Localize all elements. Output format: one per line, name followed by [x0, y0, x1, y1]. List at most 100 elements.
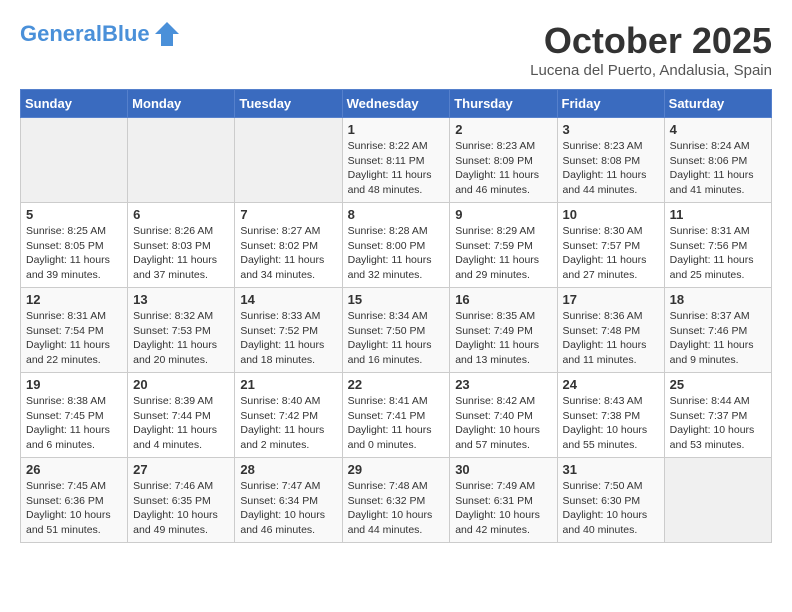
day-info: Sunrise: 7:45 AM Sunset: 6:36 PM Dayligh…: [26, 479, 122, 538]
day-info: Sunrise: 7:49 AM Sunset: 6:31 PM Dayligh…: [455, 479, 551, 538]
day-number: 4: [670, 122, 766, 137]
day-number: 24: [563, 377, 659, 392]
logo-icon: [153, 20, 181, 48]
calendar-cell: 8 Sunrise: 8:28 AM Sunset: 8:00 PM Daylig…: [342, 203, 450, 288]
day-info: Sunrise: 8:23 AM Sunset: 8:09 PM Dayligh…: [455, 139, 551, 198]
calendar-cell: 28 Sunrise: 7:47 AM Sunset: 6:34 PM Dayli…: [235, 458, 342, 543]
day-number: 13: [133, 292, 229, 307]
day-info: Sunrise: 8:31 AM Sunset: 7:56 PM Dayligh…: [670, 224, 766, 283]
week-row-5: 26 Sunrise: 7:45 AM Sunset: 6:36 PM Dayli…: [21, 458, 772, 543]
day-number: 30: [455, 462, 551, 477]
calendar-cell: [664, 458, 771, 543]
weekday-header-thursday: Thursday: [450, 90, 557, 118]
day-number: 15: [348, 292, 445, 307]
day-number: 3: [563, 122, 659, 137]
day-number: 7: [240, 207, 336, 222]
week-row-1: 1 Sunrise: 8:22 AM Sunset: 8:11 PM Daylig…: [21, 118, 772, 203]
calendar-cell: 26 Sunrise: 7:45 AM Sunset: 6:36 PM Dayli…: [21, 458, 128, 543]
location-title: Lucena del Puerto, Andalusia, Spain: [530, 62, 772, 79]
day-number: 10: [563, 207, 659, 222]
day-info: Sunrise: 8:40 AM Sunset: 7:42 PM Dayligh…: [240, 394, 336, 453]
day-number: 29: [348, 462, 445, 477]
logo: GeneralBlue: [20, 20, 181, 48]
day-number: 21: [240, 377, 336, 392]
weekday-header-sunday: Sunday: [21, 90, 128, 118]
day-info: Sunrise: 8:41 AM Sunset: 7:41 PM Dayligh…: [348, 394, 445, 453]
calendar-cell: 31Sunrise: 7:50 AM Sunset: 6:30 PM Dayli…: [557, 458, 664, 543]
weekday-header-monday: Monday: [128, 90, 235, 118]
calendar-cell: 27 Sunrise: 7:46 AM Sunset: 6:35 PM Dayli…: [128, 458, 235, 543]
day-number: 26: [26, 462, 122, 477]
calendar-cell: 19 Sunrise: 8:38 AM Sunset: 7:45 PM Dayli…: [21, 373, 128, 458]
day-info: Sunrise: 8:24 AM Sunset: 8:06 PM Dayligh…: [670, 139, 766, 198]
calendar-cell: 16 Sunrise: 8:35 AM Sunset: 7:49 PM Dayli…: [450, 288, 557, 373]
title-section: October 2025 Lucena del Puerto, Andalusi…: [530, 20, 772, 79]
calendar-cell: 20 Sunrise: 8:39 AM Sunset: 7:44 PM Dayli…: [128, 373, 235, 458]
day-number: 5: [26, 207, 122, 222]
calendar-cell: 5Sunrise: 8:25 AM Sunset: 8:05 PM Daylig…: [21, 203, 128, 288]
weekday-header-saturday: Saturday: [664, 90, 771, 118]
calendar-cell: 12 Sunrise: 8:31 AM Sunset: 7:54 PM Dayli…: [21, 288, 128, 373]
day-number: 25: [670, 377, 766, 392]
day-info: Sunrise: 7:47 AM Sunset: 6:34 PM Dayligh…: [240, 479, 336, 538]
weekday-header-row: SundayMondayTuesdayWednesdayThursdayFrid…: [21, 90, 772, 118]
day-info: Sunrise: 8:37 AM Sunset: 7:46 PM Dayligh…: [670, 309, 766, 368]
day-info: Sunrise: 8:30 AM Sunset: 7:57 PM Dayligh…: [563, 224, 659, 283]
day-number: 19: [26, 377, 122, 392]
calendar-cell: 18Sunrise: 8:37 AM Sunset: 7:46 PM Dayli…: [664, 288, 771, 373]
calendar: SundayMondayTuesdayWednesdayThursdayFrid…: [20, 89, 772, 543]
day-info: Sunrise: 8:26 AM Sunset: 8:03 PM Dayligh…: [133, 224, 229, 283]
calendar-cell: 6 Sunrise: 8:26 AM Sunset: 8:03 PM Daylig…: [128, 203, 235, 288]
weekday-header-wednesday: Wednesday: [342, 90, 450, 118]
week-row-4: 19 Sunrise: 8:38 AM Sunset: 7:45 PM Dayli…: [21, 373, 772, 458]
calendar-cell: 25 Sunrise: 8:44 AM Sunset: 7:37 PM Dayli…: [664, 373, 771, 458]
calendar-cell: 17Sunrise: 8:36 AM Sunset: 7:48 PM Dayli…: [557, 288, 664, 373]
calendar-cell: 21 Sunrise: 8:40 AM Sunset: 7:42 PM Dayli…: [235, 373, 342, 458]
week-row-2: 5Sunrise: 8:25 AM Sunset: 8:05 PM Daylig…: [21, 203, 772, 288]
calendar-cell: 9Sunrise: 8:29 AM Sunset: 7:59 PM Daylig…: [450, 203, 557, 288]
calendar-cell: 15Sunrise: 8:34 AM Sunset: 7:50 PM Dayli…: [342, 288, 450, 373]
day-info: Sunrise: 8:44 AM Sunset: 7:37 PM Dayligh…: [670, 394, 766, 453]
day-number: 22: [348, 377, 445, 392]
calendar-cell: [235, 118, 342, 203]
day-number: 2: [455, 122, 551, 137]
day-info: Sunrise: 8:38 AM Sunset: 7:45 PM Dayligh…: [26, 394, 122, 453]
week-row-3: 12 Sunrise: 8:31 AM Sunset: 7:54 PM Dayli…: [21, 288, 772, 373]
calendar-cell: [128, 118, 235, 203]
day-number: 6: [133, 207, 229, 222]
day-number: 27: [133, 462, 229, 477]
day-info: Sunrise: 7:46 AM Sunset: 6:35 PM Dayligh…: [133, 479, 229, 538]
day-info: Sunrise: 8:28 AM Sunset: 8:00 PM Dayligh…: [348, 224, 445, 283]
day-info: Sunrise: 8:31 AM Sunset: 7:54 PM Dayligh…: [26, 309, 122, 368]
day-number: 16: [455, 292, 551, 307]
day-number: 8: [348, 207, 445, 222]
calendar-cell: 23Sunrise: 8:42 AM Sunset: 7:40 PM Dayli…: [450, 373, 557, 458]
day-info: Sunrise: 8:27 AM Sunset: 8:02 PM Dayligh…: [240, 224, 336, 283]
calendar-cell: 4 Sunrise: 8:24 AM Sunset: 8:06 PM Daylig…: [664, 118, 771, 203]
day-number: 1: [348, 122, 445, 137]
day-info: Sunrise: 7:48 AM Sunset: 6:32 PM Dayligh…: [348, 479, 445, 538]
day-number: 11: [670, 207, 766, 222]
day-info: Sunrise: 8:35 AM Sunset: 7:49 PM Dayligh…: [455, 309, 551, 368]
day-number: 12: [26, 292, 122, 307]
calendar-cell: 1 Sunrise: 8:22 AM Sunset: 8:11 PM Daylig…: [342, 118, 450, 203]
day-info: Sunrise: 8:22 AM Sunset: 8:11 PM Dayligh…: [348, 139, 445, 198]
calendar-cell: 3Sunrise: 8:23 AM Sunset: 8:08 PM Daylig…: [557, 118, 664, 203]
day-info: Sunrise: 8:29 AM Sunset: 7:59 PM Dayligh…: [455, 224, 551, 283]
month-title: October 2025: [530, 20, 772, 62]
calendar-cell: 14Sunrise: 8:33 AM Sunset: 7:52 PM Dayli…: [235, 288, 342, 373]
calendar-cell: 24 Sunrise: 8:43 AM Sunset: 7:38 PM Dayli…: [557, 373, 664, 458]
calendar-cell: [21, 118, 128, 203]
day-info: Sunrise: 8:39 AM Sunset: 7:44 PM Dayligh…: [133, 394, 229, 453]
day-info: Sunrise: 8:43 AM Sunset: 7:38 PM Dayligh…: [563, 394, 659, 453]
calendar-cell: 22 Sunrise: 8:41 AM Sunset: 7:41 PM Dayli…: [342, 373, 450, 458]
day-number: 17: [563, 292, 659, 307]
day-number: 20: [133, 377, 229, 392]
day-info: Sunrise: 8:42 AM Sunset: 7:40 PM Dayligh…: [455, 394, 551, 453]
day-number: 28: [240, 462, 336, 477]
logo-text: GeneralBlue: [20, 22, 150, 46]
calendar-cell: 10 Sunrise: 8:30 AM Sunset: 7:57 PM Dayli…: [557, 203, 664, 288]
page-header: GeneralBlue October 2025 Lucena del Puer…: [20, 20, 772, 79]
day-number: 14: [240, 292, 336, 307]
calendar-cell: 13Sunrise: 8:32 AM Sunset: 7:53 PM Dayli…: [128, 288, 235, 373]
